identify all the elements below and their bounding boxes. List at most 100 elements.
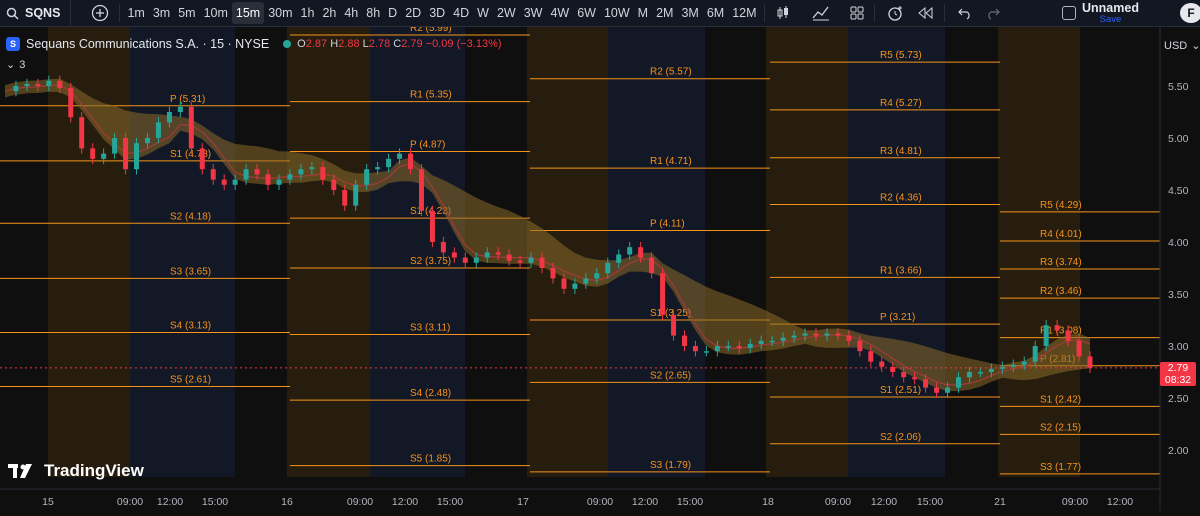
interval-button[interactable]: 6M: [703, 2, 728, 24]
candle-body: [517, 260, 523, 263]
candle-body: [725, 346, 731, 348]
pivot-label: S2 (4.18): [170, 211, 211, 222]
candle-body: [835, 333, 841, 336]
interval-button[interactable]: M: [634, 2, 652, 24]
candles-chart-type-icon[interactable]: [772, 2, 794, 24]
layout-save-label[interactable]: Save: [1082, 14, 1139, 25]
candle-body: [747, 343, 753, 349]
time-tick-label: 09:00: [117, 496, 143, 508]
interval-button[interactable]: 6W: [573, 2, 600, 24]
interval-button[interactable]: 2D: [401, 2, 425, 24]
interval-button[interactable]: 3M: [677, 2, 702, 24]
pivot-label: R3 (3.74): [1040, 257, 1082, 268]
replay-icon[interactable]: [914, 2, 936, 24]
interval-button[interactable]: 2W: [493, 2, 520, 24]
time-tick-label: 21: [994, 496, 1006, 508]
interval-button[interactable]: 3D: [425, 2, 449, 24]
symbol-search[interactable]: SQNS: [0, 0, 72, 26]
candle-body: [177, 106, 183, 112]
candle-body: [46, 80, 52, 86]
interval-button[interactable]: 10m: [200, 2, 232, 24]
candle-body: [320, 167, 326, 180]
avatar[interactable]: F: [1180, 3, 1200, 23]
candle-body: [232, 179, 238, 185]
interval-button[interactable]: 4h: [340, 2, 362, 24]
candle-body: [418, 169, 424, 211]
interval-button[interactable]: 1h: [297, 2, 319, 24]
candle-body: [1087, 356, 1093, 368]
candle-body: [123, 138, 129, 170]
interval-button[interactable]: 12M: [728, 2, 760, 24]
candle-body: [90, 148, 96, 159]
currency-selector[interactable]: USD ⌄: [1164, 39, 1200, 53]
interval-button[interactable]: 2M: [652, 2, 677, 24]
candle-body: [364, 169, 370, 185]
price-chart[interactable]: P (5.31) S1 (4.78) S2 (4.18) S3 (3.65) S4 (3…: [0, 23, 1200, 511]
interval-button[interactable]: 4W: [546, 2, 573, 24]
interval-list: 1m 3m 5m 10m 15m 30m 1h 2h 4h 8h D 2D 3D 4D W 2W 3W 4W 6W 1…: [123, 2, 760, 24]
candle-body: [824, 333, 830, 336]
interval-button[interactable]: 4D: [449, 2, 473, 24]
interval-button[interactable]: 5m: [174, 2, 199, 24]
time-tick-label: 12:00: [1107, 496, 1133, 508]
chart-area[interactable]: P (5.31) S1 (4.78) S2 (4.18) S3 (3.65) S4 (3…: [0, 23, 1200, 511]
chevron-down-icon: ⌄: [1191, 40, 1200, 52]
candle-body: [681, 335, 687, 346]
candle-body: [484, 252, 490, 258]
close-value: 2.79: [401, 38, 423, 50]
interval-button[interactable]: 8h: [362, 2, 384, 24]
pivot-label: S3 (3.65): [170, 266, 211, 277]
market-open-icon: [283, 40, 292, 48]
price-axis-background: [1160, 27, 1200, 511]
sequans-logo-icon: S: [6, 37, 20, 51]
indicators-icon[interactable]: [810, 2, 832, 24]
pivot-label: S3 (3.11): [410, 323, 450, 334]
candle-body: [671, 314, 677, 336]
interval-button[interactable]: 3m: [149, 2, 174, 24]
candle-body: [331, 179, 337, 190]
time-tick-label: 12:00: [871, 496, 897, 508]
interval-button[interactable]: W: [473, 2, 493, 24]
candle-body: [572, 283, 578, 289]
time-tick-label: 17: [517, 496, 529, 508]
toolbar-divider: [943, 4, 945, 22]
interval-button[interactable]: 1m: [123, 2, 148, 24]
interval-button[interactable]: 10W: [600, 2, 634, 24]
candle-body: [254, 169, 260, 175]
interval-button[interactable]: 15m: [231, 2, 265, 24]
compare-add-button[interactable]: [89, 2, 111, 24]
candle-body: [495, 252, 501, 255]
candle-body: [386, 158, 392, 168]
candle-body: [692, 346, 698, 352]
candle-body: [265, 174, 271, 185]
interval-button[interactable]: 3W: [520, 2, 547, 24]
session-band: [287, 27, 370, 477]
pivot-label: S1 (4.78): [170, 149, 211, 160]
pivot-label: S2 (3.75): [410, 256, 451, 267]
candle-body: [758, 340, 764, 344]
candle-body: [857, 340, 863, 352]
layout-name-button[interactable]: Unnamed Save: [1062, 0, 1139, 26]
time-tick-label: 09:00: [1062, 496, 1088, 508]
brand-name: TradingView: [44, 461, 144, 480]
undo-icon[interactable]: [954, 2, 976, 24]
change-value: −0.09 (−3.13%): [425, 38, 502, 50]
indicators-toggle[interactable]: ⌄ 3: [6, 58, 25, 72]
candle-body: [1054, 325, 1060, 331]
session-band: [608, 27, 705, 477]
low-value: 2.78: [368, 38, 391, 50]
search-icon: [6, 7, 19, 20]
pivot-label: R5 (4.29): [1040, 200, 1082, 211]
candle-body: [1065, 330, 1071, 341]
legend-title[interactable]: Sequans Communications S.A. · 15 · NYSE: [26, 37, 269, 51]
candle-body: [616, 254, 622, 263]
interval-button[interactable]: 2h: [318, 2, 340, 24]
alert-clock-icon[interactable]: [884, 2, 906, 24]
high-value: 2.88: [338, 38, 360, 50]
pivot-label: R2 (3.46): [1040, 286, 1082, 297]
redo-icon[interactable]: [982, 2, 1004, 24]
interval-button[interactable]: 30m: [264, 2, 296, 24]
interval-button[interactable]: D: [384, 2, 401, 24]
layout-grid-icon[interactable]: [846, 2, 868, 24]
tradingview-logo[interactable]: TradingView: [8, 461, 144, 481]
